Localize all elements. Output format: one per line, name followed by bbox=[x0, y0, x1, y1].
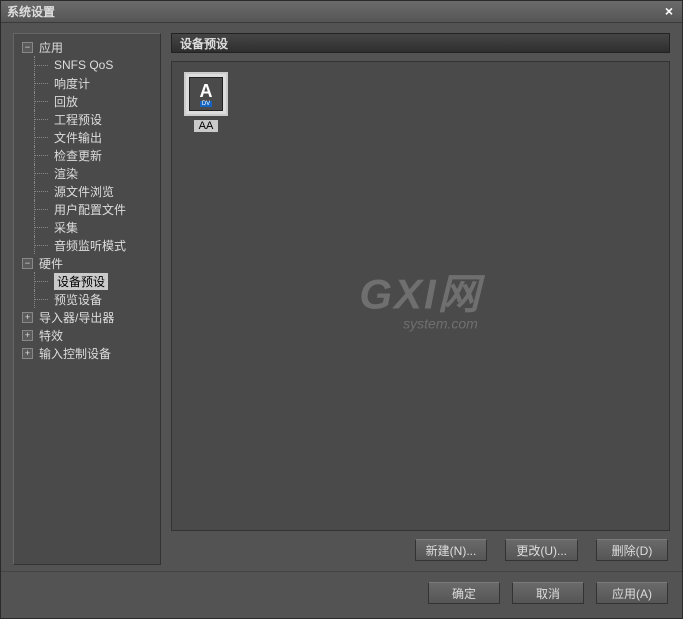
device-preset-item[interactable]: A DV AA bbox=[182, 72, 230, 132]
tree-node-effects[interactable]: + 特效 bbox=[16, 326, 158, 344]
preset-name: AA bbox=[194, 120, 218, 132]
modify-button[interactable]: 更改(U)... bbox=[505, 539, 578, 561]
panel-button-row: 新建(N)... 更改(U)... 删除(D) bbox=[171, 531, 670, 565]
tree-node-device-preset[interactable]: 设备预设 bbox=[16, 272, 158, 290]
window-title: 系统设置 bbox=[7, 3, 55, 20]
tree-node-source-browse[interactable]: 源文件浏览 bbox=[16, 182, 158, 200]
watermark: GXI网 system.com bbox=[359, 261, 481, 332]
preset-list[interactable]: A DV AA GXI网 system.com bbox=[171, 61, 670, 531]
new-button[interactable]: 新建(N)... bbox=[415, 539, 488, 561]
cancel-button[interactable]: 取消 bbox=[512, 582, 584, 604]
tree-node-render[interactable]: 渲染 bbox=[16, 164, 158, 182]
tree-node-snfs-qos[interactable]: SNFS QoS bbox=[16, 56, 158, 74]
collapse-icon[interactable]: − bbox=[22, 258, 33, 269]
titlebar: 系统设置 × bbox=[1, 1, 682, 23]
tree-node-audio-monitor[interactable]: 音频监听模式 bbox=[16, 236, 158, 254]
expand-icon[interactable]: + bbox=[22, 330, 33, 341]
tree-node-preview-device[interactable]: 预览设备 bbox=[16, 290, 158, 308]
tree-node-check-update[interactable]: 检查更新 bbox=[16, 146, 158, 164]
expand-icon[interactable]: + bbox=[22, 312, 33, 323]
tree-node-playback[interactable]: 回放 bbox=[16, 92, 158, 110]
delete-button[interactable]: 删除(D) bbox=[596, 539, 668, 561]
dialog-button-row: 确定 取消 应用(A) bbox=[1, 571, 682, 618]
collapse-icon[interactable]: − bbox=[22, 42, 33, 53]
tree-node-app[interactable]: − 应用 bbox=[16, 38, 158, 56]
tree-node-file-output[interactable]: 文件输出 bbox=[16, 128, 158, 146]
close-icon[interactable]: × bbox=[660, 3, 678, 21]
tree-node-user-profile[interactable]: 用户配置文件 bbox=[16, 200, 158, 218]
panel-header: 设备预设 bbox=[171, 33, 670, 53]
tree-node-input-control[interactable]: + 输入控制设备 bbox=[16, 344, 158, 362]
content-area: − 应用 SNFS QoS 响度计 回放 工程预设 文件输出 检查更新 渲染 源… bbox=[1, 23, 682, 571]
tree-node-capture[interactable]: 采集 bbox=[16, 218, 158, 236]
expand-icon[interactable]: + bbox=[22, 348, 33, 359]
preset-icon: A DV bbox=[184, 72, 228, 116]
tree-node-project-preset[interactable]: 工程预设 bbox=[16, 110, 158, 128]
main-panel: 设备预设 A DV AA GXI网 system.com bbox=[171, 33, 670, 565]
ok-button[interactable]: 确定 bbox=[428, 582, 500, 604]
system-settings-window: 系统设置 × − 应用 SNFS QoS 响度计 回放 工程预设 文件输出 检查… bbox=[0, 0, 683, 619]
tree-node-loudness[interactable]: 响度计 bbox=[16, 74, 158, 92]
tree-node-hardware[interactable]: − 硬件 bbox=[16, 254, 158, 272]
tree-node-importer-exporter[interactable]: + 导入器/导出器 bbox=[16, 308, 158, 326]
apply-button[interactable]: 应用(A) bbox=[596, 582, 668, 604]
settings-tree[interactable]: − 应用 SNFS QoS 响度计 回放 工程预设 文件输出 检查更新 渲染 源… bbox=[13, 33, 161, 565]
